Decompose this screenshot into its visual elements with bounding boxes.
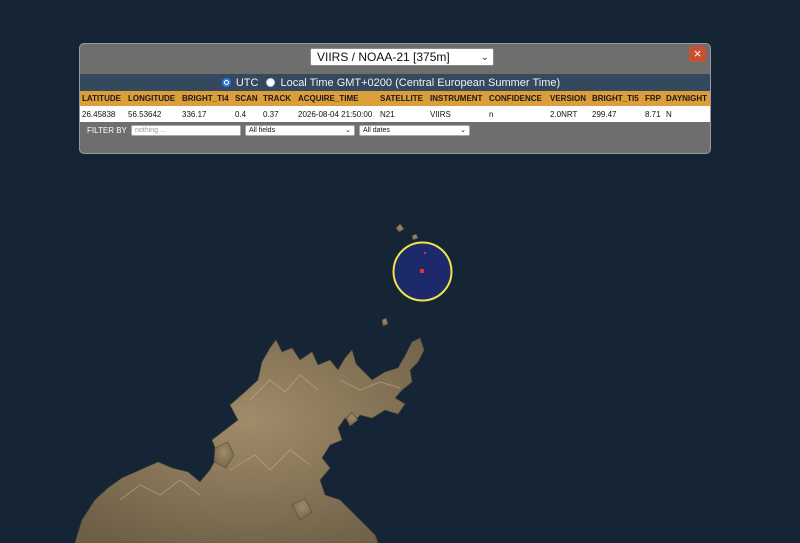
- col-satellite: SATELLITE: [380, 94, 423, 103]
- cell-longitude: 56.53642: [128, 109, 162, 119]
- chevron-down-icon: ⌄: [480, 52, 489, 63]
- time-mode-bar: UTC Local Time GMT+0200 (Central Europea…: [80, 74, 710, 91]
- cell-bright-ti5: 299.47: [592, 109, 617, 119]
- filter-input[interactable]: nothing ...: [131, 125, 241, 136]
- fire-hotspot-icon[interactable]: [420, 269, 424, 273]
- fire-hotspot-icon[interactable]: [424, 252, 426, 254]
- cell-track: 0.37: [263, 109, 279, 119]
- col-daynight: DAYNIGHT: [666, 94, 708, 103]
- col-latitude: LATITUDE: [82, 94, 121, 103]
- sensor-select-value: VIIRS / NOAA-21 [375m]: [317, 50, 450, 64]
- chevron-down-icon: ⌄: [345, 127, 351, 134]
- filter-field-value: All fields: [249, 127, 276, 134]
- local-time-radio[interactable]: [266, 78, 276, 87]
- col-scan: SCAN: [235, 94, 258, 103]
- col-frp: FRP: [645, 94, 661, 103]
- table-row[interactable]: 26.45838 56.53642 336.17 0.4 0.37 2026-0…: [80, 106, 710, 122]
- cell-latitude: 26.45838: [82, 109, 116, 119]
- chevron-down-icon: ⌄: [460, 127, 466, 134]
- cell-acquire-time: 2026-08-04 21:50:00: [298, 109, 373, 119]
- table-header: LATITUDE LONGITUDE BRIGHT_TI4 SCAN TRACK…: [80, 91, 710, 106]
- filter-field-select[interactable]: All fields ⌄: [245, 125, 355, 136]
- utc-label: UTC: [235, 76, 259, 89]
- cell-instrument: VIIRS: [430, 109, 451, 119]
- col-track: TRACK: [263, 94, 291, 103]
- cell-version: 2.0NRT: [550, 109, 578, 119]
- filter-dates-select[interactable]: All dates ⌄: [359, 125, 470, 136]
- col-bright-ti4: BRIGHT_TI4: [182, 94, 229, 103]
- cell-scan: 0.4: [235, 109, 247, 119]
- filter-dates-value: All dates: [363, 127, 390, 134]
- cell-satellite: N21: [380, 109, 395, 119]
- col-bright-ti5: BRIGHT_TI5: [592, 94, 639, 103]
- col-acquire-time: ACQUIRE_TIME: [298, 94, 359, 103]
- close-button[interactable]: ×: [689, 46, 706, 62]
- utc-radio[interactable]: [221, 78, 231, 87]
- filter-label: FILTER BY: [87, 126, 127, 135]
- cell-daynight: N: [666, 109, 672, 119]
- cell-confidence: n: [489, 109, 494, 119]
- col-version: VERSION: [550, 94, 587, 103]
- col-confidence: CONFIDENCE: [489, 94, 542, 103]
- cell-bright-ti4: 336.17: [182, 109, 207, 119]
- col-longitude: LONGITUDE: [128, 94, 176, 103]
- sensor-select[interactable]: VIIRS / NOAA-21 [375m] ⌄: [310, 48, 494, 66]
- fire-info-panel: VIIRS / NOAA-21 [375m] ⌄ × UTC Local Tim…: [79, 43, 711, 154]
- col-instrument: INSTRUMENT: [430, 94, 483, 103]
- local-time-label: Local Time GMT+0200 (Central European Su…: [280, 76, 561, 89]
- cell-frp: 8.71: [645, 109, 661, 119]
- filter-bar: FILTER BY nothing ... All fields ⌄ All d…: [80, 123, 710, 138]
